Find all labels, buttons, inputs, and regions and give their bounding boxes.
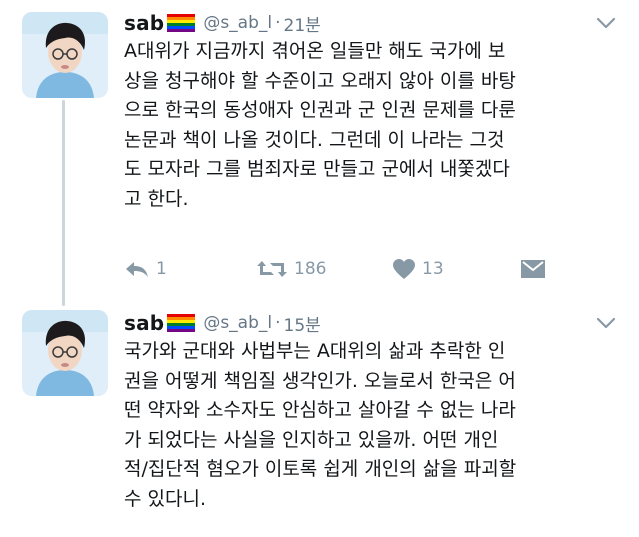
rainbow-flag-icon <box>167 314 196 332</box>
tweet-text-line: 권을 어떻게 책임질 생각인가. 오늘로서 한국은 어 <box>124 369 516 392</box>
timestamp[interactable]: 21분 <box>284 11 321 36</box>
chevron-down-icon[interactable] <box>595 16 617 30</box>
avatar[interactable] <box>22 12 108 98</box>
tweet-text: 국가와 군대와 사법부는 A대위의 삶과 추락한 인 권을 어떻게 책임질 생각… <box>124 337 624 514</box>
reply-icon <box>126 262 148 277</box>
direct-message-button[interactable] <box>520 254 546 284</box>
separator-dot: · <box>275 13 281 33</box>
tweet-text-line: 수 있다니. <box>124 487 206 510</box>
tweet-text: A대위가 지금까지 겪어온 일들만 해도 국가에 보 상을 청구해야 할 수준이… <box>124 37 624 214</box>
tweet-text-line: 적/집단적 혐오가 이토록 쉽게 개인의 삶을 파괴할 <box>124 458 517 480</box>
tweet-text-line: 고 한다. <box>124 187 189 210</box>
tweet-text-line: 도 모자라 그를 범죄자로 만들고 군에서 내쫓겠다 <box>124 158 510 180</box>
like-button[interactable]: 13 <box>392 254 444 284</box>
rainbow-flag-icon <box>167 14 196 32</box>
tweet-header: sab @s_ab_l · 15분 <box>124 310 321 336</box>
display-name[interactable]: sab <box>124 11 164 35</box>
heart-icon <box>393 259 415 279</box>
chevron-down-icon[interactable] <box>595 316 617 330</box>
tweet-text-line: 가 되었다는 사실을 인지하고 있을까. 어떤 개인 <box>124 428 499 451</box>
tweet-header: sab @s_ab_l · 21분 <box>124 10 321 36</box>
avatar-image <box>22 310 108 396</box>
user-handle[interactable]: @s_ab_l <box>203 13 272 33</box>
avatar-image <box>22 12 108 98</box>
envelope-icon <box>521 260 545 278</box>
tweet-actions: 1 186 13 <box>124 254 624 284</box>
retweet-button[interactable]: 186 <box>256 254 326 284</box>
timestamp[interactable]: 15분 <box>284 311 321 336</box>
retweet-count: 186 <box>294 259 327 279</box>
like-count: 13 <box>422 259 444 279</box>
tweet-text-line: 으로 한국의 동성애자 인권과 군 인권 문제를 다룬 <box>124 99 516 121</box>
display-name[interactable]: sab <box>124 311 164 335</box>
tweet-text-line: 떤 약자와 소수자도 안심하고 살아갈 수 없는 나라 <box>124 399 516 421</box>
tweet-text-line: A대위가 지금까지 겪어온 일들만 해도 국가에 보 <box>124 40 506 62</box>
reply-count: 1 <box>156 259 167 279</box>
reply-button[interactable]: 1 <box>124 254 167 284</box>
tweet-text-line: 국가와 군대와 사법부는 A대위의 삶과 추락한 인 <box>124 340 506 362</box>
separator-dot: · <box>275 313 281 333</box>
tweet[interactable]: sab @s_ab_l · 21분 A대위가 지금까지 겪어온 일들만 해도 국… <box>0 0 639 290</box>
tweet-text-line: 상을 청구해야 할 수준이고 오래지 않아 이를 바탕 <box>124 69 516 92</box>
user-handle[interactable]: @s_ab_l <box>203 313 272 333</box>
avatar[interactable] <box>22 310 108 396</box>
tweet-text-line: 논문과 책이 나올 것이다. 그런데 이 나라는 그것 <box>124 128 505 151</box>
retweet-icon <box>257 261 287 277</box>
